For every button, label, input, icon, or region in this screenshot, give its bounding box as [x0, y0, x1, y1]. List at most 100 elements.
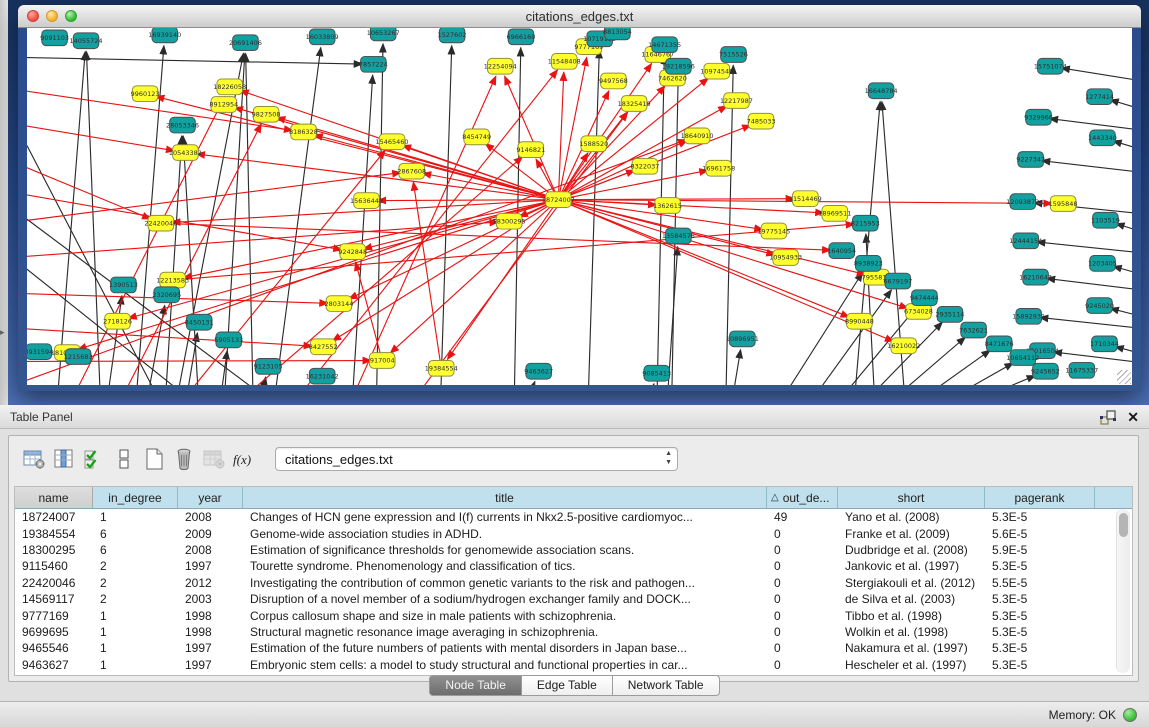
network-node[interactable]: 10654112	[1006, 350, 1039, 366]
network-edge[interactable]	[952, 375, 1036, 385]
network-edge[interactable]	[1046, 278, 1132, 290]
network-node[interactable]: 8813054	[603, 28, 632, 40]
network-node[interactable]: 8938923	[854, 256, 883, 272]
table-cell-short[interactable]: Franke et al. (2009)	[838, 527, 985, 541]
table-row[interactable]: 1830029562008Estimation of significance …	[15, 542, 1132, 558]
network-node[interactable]: 18325419	[618, 96, 651, 112]
network-node[interactable]: 10896951	[726, 331, 759, 347]
network-node[interactable]: 9474444	[910, 290, 939, 306]
network-node[interactable]: 9329966	[1024, 109, 1053, 125]
network-node[interactable]: 6966160	[507, 29, 536, 45]
network-node[interactable]: 9085413	[642, 365, 671, 381]
network-node[interactable]: 9146821	[516, 142, 545, 158]
network-node[interactable]: 12217987	[720, 93, 753, 109]
network-node[interactable]: 15465460	[376, 134, 409, 150]
network-node[interactable]: 3931594	[27, 344, 53, 360]
close-panel-icon[interactable]: ✕	[1127, 410, 1139, 424]
network-node[interactable]: 7485033	[747, 113, 776, 129]
table-cell-short[interactable]: Stergiakouli et al. (2012)	[838, 576, 985, 590]
table-cell-out-de-[interactable]: 0	[767, 625, 838, 639]
table-cell-pagerank[interactable]: 5.9E-5	[985, 543, 1095, 557]
import-table-icon[interactable]	[199, 444, 229, 474]
network-node[interactable]: 20691406	[229, 35, 262, 51]
network-node[interactable]: 7632621	[959, 322, 988, 338]
table-cell-year[interactable]: 1998	[178, 625, 243, 639]
table-settings-icon[interactable]	[19, 444, 49, 474]
network-edge[interactable]	[27, 57, 363, 64]
network-node[interactable]: 6679197	[883, 273, 912, 289]
table-cell-name[interactable]: 18724007	[15, 510, 93, 524]
scrollbar-thumb[interactable]	[1119, 513, 1128, 537]
canvas-resize-grip-icon[interactable]	[1117, 370, 1131, 384]
network-edge[interactable]	[1113, 141, 1132, 152]
network-node[interactable]: 16961758	[702, 160, 735, 176]
table-cell-pagerank[interactable]: 5.6E-5	[985, 527, 1095, 541]
table-cell-year[interactable]: 1997	[178, 641, 243, 655]
table-cell-in-degree[interactable]: 2	[93, 592, 178, 606]
table-cell-year[interactable]: 2008	[178, 543, 243, 557]
network-node[interactable]: 10543382	[169, 145, 202, 161]
table-cell-pagerank[interactable]: 5.3E-5	[985, 510, 1095, 524]
table-cell-year[interactable]: 1997	[178, 559, 243, 573]
network-node[interactable]: 11548408	[548, 54, 581, 70]
network-node[interactable]: 1640954	[827, 243, 856, 259]
table-cell-title[interactable]: Changes of HCN gene expression and I(f) …	[243, 510, 767, 524]
table-cell-short[interactable]: de Silva et al. (2003)	[838, 592, 985, 606]
table-cell-title[interactable]: Estimation of significance thresholds fo…	[243, 543, 767, 557]
table-cell-short[interactable]: Dudbridge et al. (2008)	[838, 543, 985, 557]
network-node[interactable]: 8215953	[851, 215, 880, 231]
network-node[interactable]: 15892931	[1012, 309, 1045, 325]
network-node[interactable]: 12213583	[156, 272, 189, 288]
network-node[interactable]: 1390513	[109, 277, 138, 293]
table-cell-out-de-[interactable]: 0	[767, 576, 838, 590]
network-node[interactable]: 16231042	[306, 368, 339, 384]
table-cell-in-degree[interactable]: 6	[93, 543, 178, 557]
network-node[interactable]: 19218596	[662, 58, 695, 74]
table-cell-title[interactable]: Investigating the contribution of common…	[243, 576, 767, 590]
network-node[interactable]: 11675337	[1065, 362, 1098, 378]
network-edge[interactable]	[145, 305, 165, 385]
network-canvas[interactable]: 1872400718300295914682115885208322037136…	[27, 28, 1132, 385]
table-cell-name[interactable]: 14569117	[15, 592, 93, 606]
network-edge[interactable]	[588, 50, 599, 385]
network-node[interactable]: 9245020	[1085, 298, 1114, 314]
table-cell-name[interactable]: 22420046	[15, 576, 93, 590]
network-node[interactable]: 1277414	[1085, 89, 1114, 105]
table-cell-pagerank[interactable]: 5.3E-5	[985, 559, 1095, 573]
network-node[interactable]: 2320695	[152, 287, 181, 303]
network-edge[interactable]	[906, 350, 991, 385]
network-edge[interactable]	[647, 384, 654, 385]
network-graph[interactable]: 1872400718300295914682115885208322037136…	[27, 28, 1132, 385]
network-edge[interactable]	[377, 200, 558, 201]
table-cell-name[interactable]: 9463627	[15, 658, 93, 672]
network-edge[interactable]	[558, 106, 727, 200]
table-cell-in-degree[interactable]: 1	[93, 510, 178, 524]
table-cell-out-de-[interactable]: 0	[767, 658, 838, 672]
network-node[interactable]: 1443340	[1088, 130, 1117, 146]
tab-node-table[interactable]: Node Table	[429, 675, 522, 696]
table-selector-dropdown[interactable]: citations_edges.txt▲▼	[275, 447, 678, 471]
network-node[interactable]: 15751074	[1034, 58, 1067, 74]
network-node[interactable]: 5905133	[214, 332, 243, 348]
table-cell-out-de-[interactable]: 49	[767, 510, 838, 524]
close-window-button[interactable]	[27, 10, 39, 22]
tab-network-table[interactable]: Network Table	[613, 675, 720, 696]
table-cell-in-degree[interactable]: 1	[93, 658, 178, 672]
table-cell-name[interactable]: 9115460	[15, 559, 93, 573]
table-cell-short[interactable]: Yano et al. (2008)	[838, 510, 985, 524]
network-node[interactable]: 15636448	[350, 193, 383, 209]
vertical-scrollbar[interactable]	[1116, 509, 1130, 673]
network-node[interactable]: 8454749	[462, 129, 491, 145]
show-columns-icon[interactable]	[49, 444, 79, 474]
network-node[interactable]: 2935114	[936, 307, 965, 323]
table-cell-year[interactable]: 2003	[178, 592, 243, 606]
table-cell-in-degree[interactable]: 1	[93, 641, 178, 655]
network-edge[interactable]	[175, 150, 386, 385]
network-edge[interactable]	[246, 53, 254, 385]
table-cell-name[interactable]: 9777169	[15, 609, 93, 623]
network-edge[interactable]	[57, 52, 86, 385]
table-cell-out-de-[interactable]: 0	[767, 592, 838, 606]
table-cell-title[interactable]: Disruption of a novel member of a sodium…	[243, 592, 767, 606]
table-row[interactable]: 911546021997Tourette syndrome. Phenomeno…	[15, 558, 1132, 574]
network-node[interactable]: 8912954	[209, 97, 238, 113]
